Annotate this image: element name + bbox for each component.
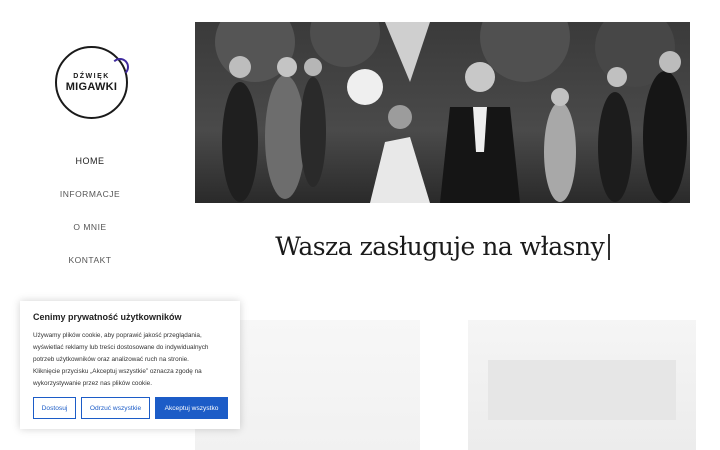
thumbnail-content — [488, 360, 676, 420]
wedding-photo-icon — [195, 22, 690, 203]
cookie-text-line: wykorzystywanie przez nas plików cookie. — [33, 380, 152, 387]
cookie-text-line: Używamy plików cookie, aby poprawić jako… — [33, 332, 202, 339]
reject-all-button[interactable]: Odrzuć wszystkie — [81, 397, 150, 419]
logo-line2: MIGAWKI — [65, 80, 118, 93]
page-headline: Wasza zasługuje na własny — [195, 232, 690, 261]
logo-line1: DŹWIĘK — [73, 72, 110, 80]
gallery-thumbnail[interactable] — [468, 320, 696, 450]
cookie-banner: Cenimy prywatność użytkowników Używamy p… — [20, 301, 240, 429]
headline-text: Wasza zasługuje na własny — [275, 232, 605, 261]
hero-image — [195, 22, 690, 203]
cookie-text-line: potrzeb użytkowników oraz analizować ruc… — [33, 356, 189, 363]
nav-item-kontakt[interactable]: KONTAKT — [0, 249, 180, 282]
cookie-text-line: Kliknięcie przycisku „Akceptuj wszystkie… — [33, 368, 202, 375]
nav-item-home[interactable]: HOME — [0, 150, 180, 183]
cookie-title: Cenimy prywatność użytkowników — [33, 312, 182, 322]
nav-item-informacje[interactable]: INFORMACJE — [0, 183, 180, 216]
nav-item-o-mnie[interactable]: O MNIE — [0, 216, 180, 249]
site-logo[interactable]: DŹWIĘK MIGAWKI — [55, 46, 129, 119]
cookie-text-line: wyświetlać reklamy lub treści dostosowan… — [33, 344, 209, 351]
cookie-text: Używamy plików cookie, aby poprawić jako… — [33, 330, 227, 390]
typing-cursor — [608, 234, 610, 260]
accept-all-button[interactable]: Akceptuj wszystko — [155, 397, 228, 419]
customize-button[interactable]: Dostosuj — [33, 397, 76, 419]
cookie-buttons: Dostosuj Odrzuć wszystkie Akceptuj wszys… — [33, 397, 228, 419]
main-nav: HOME INFORMACJE O MNIE KONTAKT — [0, 150, 180, 282]
